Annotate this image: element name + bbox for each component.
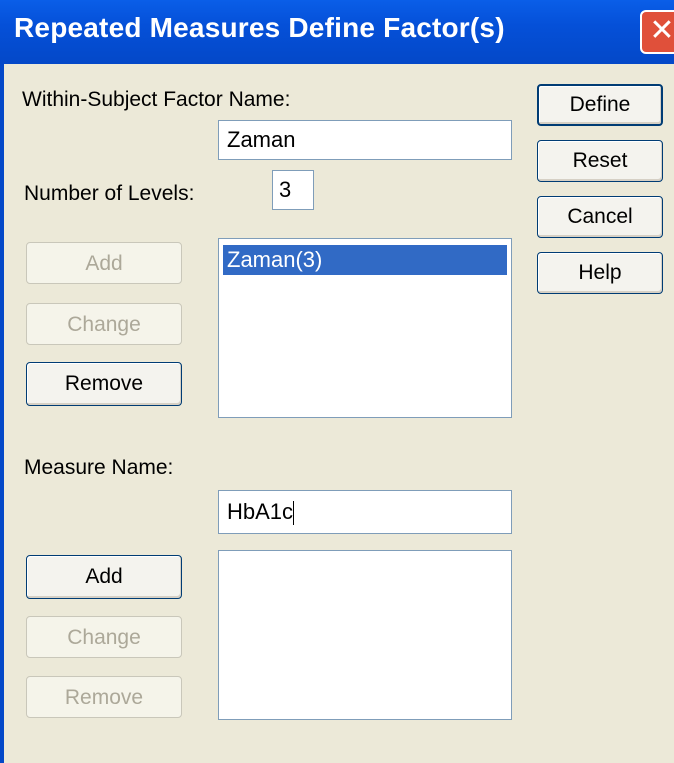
- measure-list[interactable]: [218, 550, 512, 720]
- factor-name-input[interactable]: Zaman: [218, 120, 512, 160]
- title-bar: Repeated Measures Define Factor(s) ✕: [0, 0, 674, 64]
- close-button[interactable]: ✕: [640, 10, 674, 54]
- cancel-button[interactable]: Cancel: [537, 196, 663, 238]
- measure-remove-button[interactable]: Remove: [26, 676, 182, 718]
- help-button[interactable]: Help: [537, 252, 663, 294]
- window-frame-left: [0, 64, 4, 763]
- levels-label: Number of Levels:: [24, 182, 195, 205]
- factor-remove-button[interactable]: Remove: [26, 362, 182, 406]
- measure-name-input[interactable]: HbA1c: [218, 490, 512, 534]
- factor-list[interactable]: Zaman(3): [218, 238, 512, 418]
- window-title: Repeated Measures Define Factor(s): [14, 12, 505, 43]
- define-button[interactable]: Define: [537, 84, 663, 126]
- factor-name-label: Within-Subject Factor Name:: [22, 88, 291, 111]
- measure-add-button[interactable]: Add: [26, 555, 182, 599]
- factor-list-item[interactable]: Zaman(3): [223, 245, 507, 275]
- factor-add-button[interactable]: Add: [26, 242, 182, 284]
- levels-input[interactable]: 3: [272, 170, 314, 210]
- text-caret: [293, 501, 295, 526]
- measure-name-value: HbA1c: [227, 499, 294, 524]
- measure-name-label: Measure Name:: [24, 456, 174, 479]
- close-icon: ✕: [649, 14, 674, 47]
- factor-change-button[interactable]: Change: [26, 303, 182, 345]
- reset-button[interactable]: Reset: [537, 140, 663, 182]
- measure-change-button[interactable]: Change: [26, 616, 182, 658]
